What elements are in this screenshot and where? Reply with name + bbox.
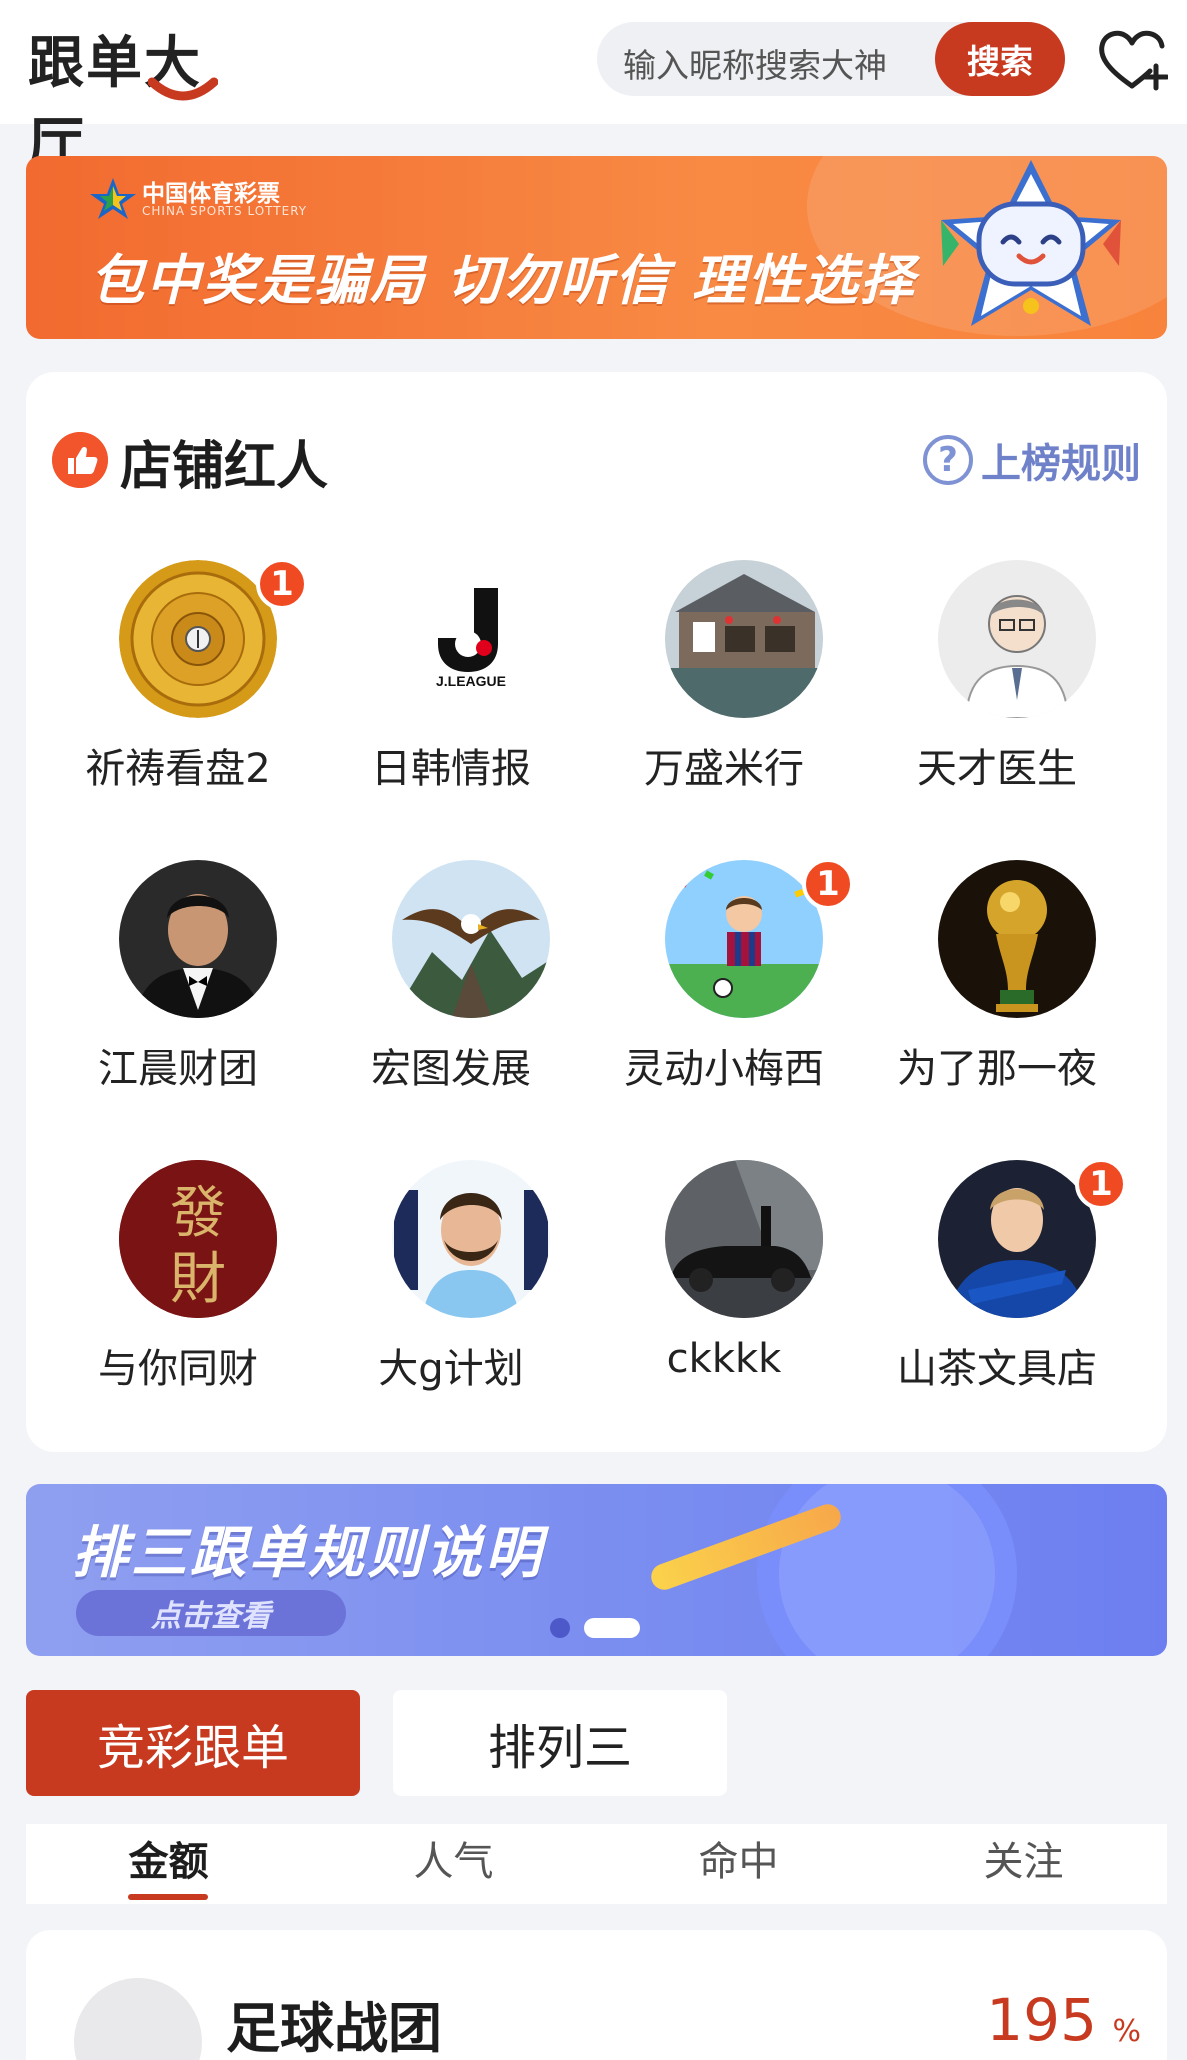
rules-explanation-banner[interactable]: 排三跟单规则说明 点击查看 bbox=[26, 1484, 1167, 1656]
avatar bbox=[392, 1160, 550, 1318]
list-item[interactable]: 足球战团 195 % bbox=[26, 1930, 1167, 2060]
sort-tab-bar: 金额 人气 命中 关注 bbox=[26, 1824, 1167, 1904]
avatar bbox=[119, 860, 277, 1018]
eagle-avatar-icon bbox=[392, 860, 550, 1018]
lottery-org-name-en: CHINA SPORTS LOTTERY bbox=[142, 204, 308, 218]
tab-jingcai-follow[interactable]: 竞彩跟单 bbox=[26, 1690, 360, 1796]
sports-lottery-logo-icon bbox=[90, 178, 136, 219]
doctor-avatar-icon bbox=[938, 560, 1096, 718]
notification-badge: 1 bbox=[802, 858, 854, 910]
thumbs-up-icon bbox=[52, 432, 108, 488]
avatar bbox=[119, 560, 277, 718]
lottery-slogan: 包中奖是骗局 切勿听信 理性选择 bbox=[90, 249, 916, 312]
cai-char: 財 bbox=[170, 1247, 226, 1312]
sort-tab-amount[interactable]: 金额 bbox=[26, 1824, 311, 1904]
notification-badge: 1 bbox=[1075, 1158, 1127, 1210]
mascot-illustration bbox=[941, 160, 1121, 326]
influencer-name: 天才医生 bbox=[917, 746, 1077, 792]
avatar bbox=[938, 1160, 1096, 1318]
influencer-item[interactable]: 为了那一夜 bbox=[861, 860, 1133, 1160]
view-details-button[interactable]: 点击查看 bbox=[76, 1590, 346, 1636]
jleague-logo-icon: J.LEAGUE bbox=[392, 560, 550, 718]
sort-tab-popularity[interactable]: 人气 bbox=[311, 1824, 596, 1904]
influencer-item[interactable]: 大g计划 bbox=[315, 1160, 587, 1460]
influencer-name: 灵动小梅西 bbox=[624, 1046, 824, 1092]
influencer-name: 宏图发展 bbox=[371, 1046, 531, 1092]
avatar bbox=[392, 860, 550, 1018]
avatar bbox=[938, 860, 1096, 1018]
influencer-item[interactable]: 万盛米行 bbox=[588, 560, 860, 860]
influencer-name: 与你同财 bbox=[98, 1346, 258, 1392]
influencer-item[interactable]: J.LEAGUE 日韩情报 bbox=[315, 560, 587, 860]
question-mark-icon: ? bbox=[923, 435, 973, 485]
fortune-calligraphy-avatar-icon: 發 財 bbox=[119, 1160, 277, 1318]
influencer-name: 万盛米行 bbox=[644, 746, 804, 792]
lottery-org-name: 中国体育彩票 bbox=[142, 181, 280, 207]
section-title: 店铺红人 bbox=[120, 437, 329, 497]
man-in-tuxedo-avatar-icon bbox=[119, 860, 277, 1018]
cartoon-footballer-avatar-icon bbox=[665, 860, 823, 1018]
carousel-dot-active[interactable] bbox=[584, 1618, 640, 1638]
influencer-name: 祈祷看盘2 bbox=[85, 746, 271, 792]
sort-tab-follow[interactable]: 关注 bbox=[881, 1824, 1166, 1904]
influencer-section: 店铺红人 ? 上榜规则 1 祈祷看盘2 J.LEAGUE 日韩情报 万盛米行 天… bbox=[26, 372, 1167, 1452]
influencer-item[interactable]: 1 灵动小梅西 bbox=[588, 858, 860, 1160]
rules-banner-title: 排三跟单规则说明 bbox=[72, 1521, 544, 1586]
avatar bbox=[938, 560, 1096, 718]
active-tab-underline bbox=[128, 1894, 208, 1900]
compass-avatar-icon bbox=[119, 560, 277, 718]
list-item-rate: 195 bbox=[986, 1986, 1097, 2054]
influencer-name: 山茶文具店 bbox=[897, 1346, 1097, 1392]
jleague-text: J.LEAGUE bbox=[436, 673, 506, 689]
riverside-house-avatar-icon bbox=[665, 560, 823, 718]
avatar: 發 財 bbox=[119, 1160, 277, 1318]
influencer-item[interactable]: 發 財 与你同财 bbox=[42, 1160, 314, 1460]
search-input[interactable]: 输入昵称搜索大神 搜索 bbox=[597, 22, 1065, 96]
avatar bbox=[74, 1978, 202, 2060]
list-item-rate-unit: % bbox=[1112, 2014, 1141, 2049]
fa-char: 發 bbox=[170, 1181, 226, 1246]
influencer-name: 大g计划 bbox=[378, 1346, 524, 1392]
influencer-item[interactable]: 天才医生 bbox=[861, 560, 1133, 860]
notification-badge: 1 bbox=[256, 558, 308, 610]
sort-tab-hit-rate[interactable]: 命中 bbox=[596, 1824, 881, 1904]
influencer-name: 为了那一夜 bbox=[897, 1046, 1097, 1092]
avatar: J.LEAGUE bbox=[392, 560, 550, 718]
page-logo: 跟单大厅 bbox=[28, 14, 258, 177]
influencer-item[interactable]: ckkkk bbox=[588, 1160, 860, 1460]
ranking-rules-label: 上榜规则 bbox=[981, 441, 1141, 487]
player-in-blue-kit-avatar-icon bbox=[938, 1160, 1096, 1318]
tab-pailie-san[interactable]: 排列三 bbox=[393, 1690, 727, 1796]
carousel-dot[interactable] bbox=[550, 1618, 570, 1638]
influencer-item[interactable]: 1 山茶文具店 bbox=[861, 1158, 1133, 1460]
app-header: 跟单大厅 输入昵称搜索大神 搜索 bbox=[0, 0, 1187, 177]
avatar bbox=[665, 860, 823, 1018]
avatar bbox=[665, 1160, 823, 1318]
influencer-item[interactable]: 江晨财团 bbox=[42, 860, 314, 1160]
black-car-avatar-icon bbox=[665, 1160, 823, 1318]
carousel-indicator bbox=[550, 1618, 654, 1638]
influencer-name: 江晨财团 bbox=[98, 1046, 258, 1092]
cartoon-player-avatar-icon bbox=[392, 1160, 550, 1318]
search-button[interactable]: 搜索 bbox=[935, 22, 1065, 96]
influencer-name: 日韩情报 bbox=[371, 746, 531, 792]
avatar bbox=[665, 560, 823, 718]
magnifier-decoration bbox=[757, 1484, 1017, 1656]
lottery-warning-banner[interactable]: 中国体育彩票 CHINA SPORTS LOTTERY 包中奖是骗局 切勿听信 … bbox=[26, 156, 1167, 339]
heart-plus-icon[interactable] bbox=[1096, 24, 1168, 96]
influencer-item[interactable]: 宏图发展 bbox=[315, 860, 587, 1160]
world-cup-trophy-avatar-icon bbox=[938, 860, 1096, 1018]
search-placeholder: 输入昵称搜索大神 bbox=[623, 46, 887, 85]
influencer-name: ckkkk bbox=[666, 1336, 782, 1382]
influencer-item[interactable]: 1 祈祷看盘2 bbox=[42, 558, 314, 860]
ranking-rules-link[interactable]: ? 上榜规则 bbox=[923, 432, 1141, 488]
list-item-name: 足球战团 bbox=[226, 1997, 442, 2060]
smile-mark-icon bbox=[148, 77, 218, 101]
